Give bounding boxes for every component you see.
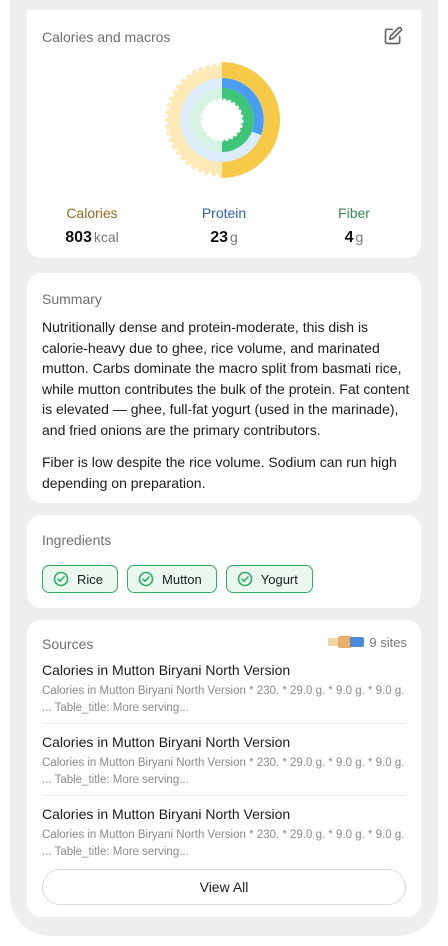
ingredients-title: Ingredients: [42, 532, 112, 548]
ingredient-chip-list: Rice Mutton Yogurt: [42, 565, 313, 593]
summary-card: Summary Nutritionally dense and protein-…: [27, 273, 421, 503]
ingredient-chip-label: Rice: [77, 571, 104, 587]
divider: [42, 723, 406, 724]
divider: [42, 795, 406, 796]
calories-label: Calories: [66, 205, 118, 221]
check-circle-icon: [53, 571, 69, 587]
calories-stat: Calories 803 kcal: [27, 205, 157, 247]
sources-count-label: 9 sites: [369, 634, 407, 650]
protein-value: 23: [210, 229, 228, 246]
fiber-unit: g: [355, 229, 364, 245]
protein-label: Protein: [201, 205, 247, 221]
macro-ring-chart: [165, 62, 280, 178]
protein-stat: Protein 23 g: [159, 205, 289, 247]
fiber-value: 4: [344, 229, 354, 246]
check-circle-icon: [237, 571, 253, 587]
summary-paragraph-1: Nutritionally dense and protein-moderate…: [42, 319, 410, 438]
source-snippet: Calories in Mutton Biryani North Version…: [42, 685, 405, 714]
source-item[interactable]: Calories in Mutton Biryani North Version…: [42, 662, 406, 717]
source-snippet: Calories in Mutton Biryani North Version…: [42, 829, 405, 858]
view-all-button[interactable]: View All: [42, 869, 406, 905]
calories-value: 803: [65, 229, 92, 246]
edit-icon[interactable]: [383, 26, 403, 46]
summary-title: Summary: [42, 291, 102, 307]
ingredient-chip-rice[interactable]: Rice: [42, 565, 119, 593]
sources-card: Sources 9 sites Calories in Mutton Birya…: [27, 620, 421, 917]
macros-card: Calories and macros Calories 803 kcal Pr…: [27, 10, 421, 258]
ingredient-chip-mutton[interactable]: Mutton: [127, 565, 217, 593]
source-item[interactable]: Calories in Mutton Biryani North Version…: [42, 734, 406, 789]
ingredient-chip-label: Yogurt: [260, 571, 298, 587]
ingredient-chip-label: Mutton: [162, 571, 202, 587]
app-shell: Calories and macros Calories 803 kcal Pr…: [10, 0, 438, 936]
sources-count[interactable]: 9 sites: [328, 634, 407, 650]
site-logos-icon: [328, 636, 365, 648]
summary-text: Nutritionally dense and protein-moderate…: [42, 317, 410, 505]
summary-paragraph-2: Fiber is low despite the rice volume. So…: [42, 454, 397, 491]
source-title: Calories in Mutton Biryani North Version: [42, 734, 291, 750]
protein-unit: g: [230, 229, 238, 245]
source-title: Calories in Mutton Biryani North Version: [42, 662, 291, 678]
calories-unit: kcal: [93, 229, 119, 245]
check-circle-icon: [138, 571, 154, 587]
fiber-stat: Fiber 4g: [289, 205, 419, 247]
source-item[interactable]: Calories in Mutton Biryani North Version…: [42, 806, 406, 861]
ingredients-card: Ingredients Rice Mutton Yogurt: [27, 515, 421, 608]
fiber-label: Fiber: [338, 205, 370, 221]
macros-title: Calories and macros: [42, 29, 171, 45]
source-snippet: Calories in Mutton Biryani North Version…: [42, 757, 405, 786]
ingredient-chip-yogurt[interactable]: Yogurt: [225, 565, 313, 593]
sources-title: Sources: [42, 636, 94, 652]
source-title: Calories in Mutton Biryani North Version: [42, 806, 291, 822]
